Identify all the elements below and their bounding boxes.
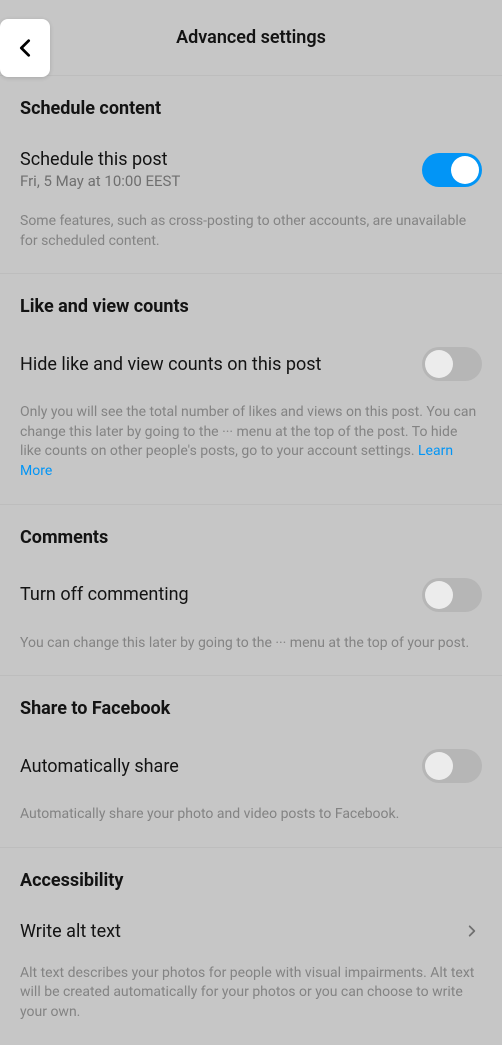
description-schedule: Some features, such as cross-posting to … <box>20 190 482 251</box>
section-heading-schedule: Schedule content <box>20 76 482 119</box>
row-turn-off-commenting[interactable]: Turn off commenting <box>20 548 482 612</box>
toggle-knob <box>425 350 453 378</box>
section-heading-accessibility: Accessibility <box>20 848 482 891</box>
row-hide-likes[interactable]: Hide like and view counts on this post <box>20 317 482 381</box>
section-heading-likes: Like and view counts <box>20 274 482 317</box>
chevron-left-icon <box>14 37 36 59</box>
section-heading-comments: Comments <box>20 505 482 548</box>
section-schedule: Schedule content Schedule this post Fri,… <box>0 76 502 274</box>
toggle-knob <box>425 752 453 780</box>
row-text: Automatically share <box>20 756 422 777</box>
section-comments: Comments Turn off commenting You can cha… <box>0 505 502 677</box>
row-subtitle: Fri, 5 May at 10:00 EEST <box>20 172 422 190</box>
section-heading-facebook: Share to Facebook <box>20 676 482 719</box>
row-title: Hide like and view counts on this post <box>20 354 422 375</box>
row-title: Automatically share <box>20 756 422 777</box>
toggle-schedule-post[interactable] <box>422 153 482 187</box>
description-likes: Only you will see the total number of li… <box>20 381 482 481</box>
section-accessibility: Accessibility Write alt text Alt text de… <box>0 848 502 1045</box>
row-text: Hide like and view counts on this post <box>20 354 422 375</box>
back-button[interactable] <box>0 19 50 77</box>
toggle-knob <box>451 156 479 184</box>
header: Advanced settings <box>0 0 502 76</box>
section-facebook: Share to Facebook Automatically share Au… <box>0 676 502 848</box>
row-text: Turn off commenting <box>20 584 422 605</box>
toggle-commenting[interactable] <box>422 578 482 612</box>
description-comments: You can change this later by going to th… <box>20 612 482 654</box>
row-schedule-post[interactable]: Schedule this post Fri, 5 May at 10:00 E… <box>20 119 482 190</box>
row-title: Schedule this post <box>20 149 422 170</box>
description-accessibility: Alt text describes your photos for peopl… <box>20 942 482 1023</box>
page-title: Advanced settings <box>0 27 502 48</box>
toggle-knob <box>425 581 453 609</box>
description-facebook: Automatically share your photo and video… <box>20 783 482 825</box>
row-title: Write alt text <box>20 921 462 942</box>
chevron-right-icon <box>462 921 482 941</box>
row-auto-share[interactable]: Automatically share <box>20 719 482 783</box>
section-likes: Like and view counts Hide like and view … <box>0 274 502 504</box>
toggle-hide-likes[interactable] <box>422 347 482 381</box>
row-text: Schedule this post Fri, 5 May at 10:00 E… <box>20 149 422 190</box>
row-title: Turn off commenting <box>20 584 422 605</box>
row-text: Write alt text <box>20 921 462 942</box>
toggle-auto-share[interactable] <box>422 749 482 783</box>
row-alt-text[interactable]: Write alt text <box>20 891 482 942</box>
